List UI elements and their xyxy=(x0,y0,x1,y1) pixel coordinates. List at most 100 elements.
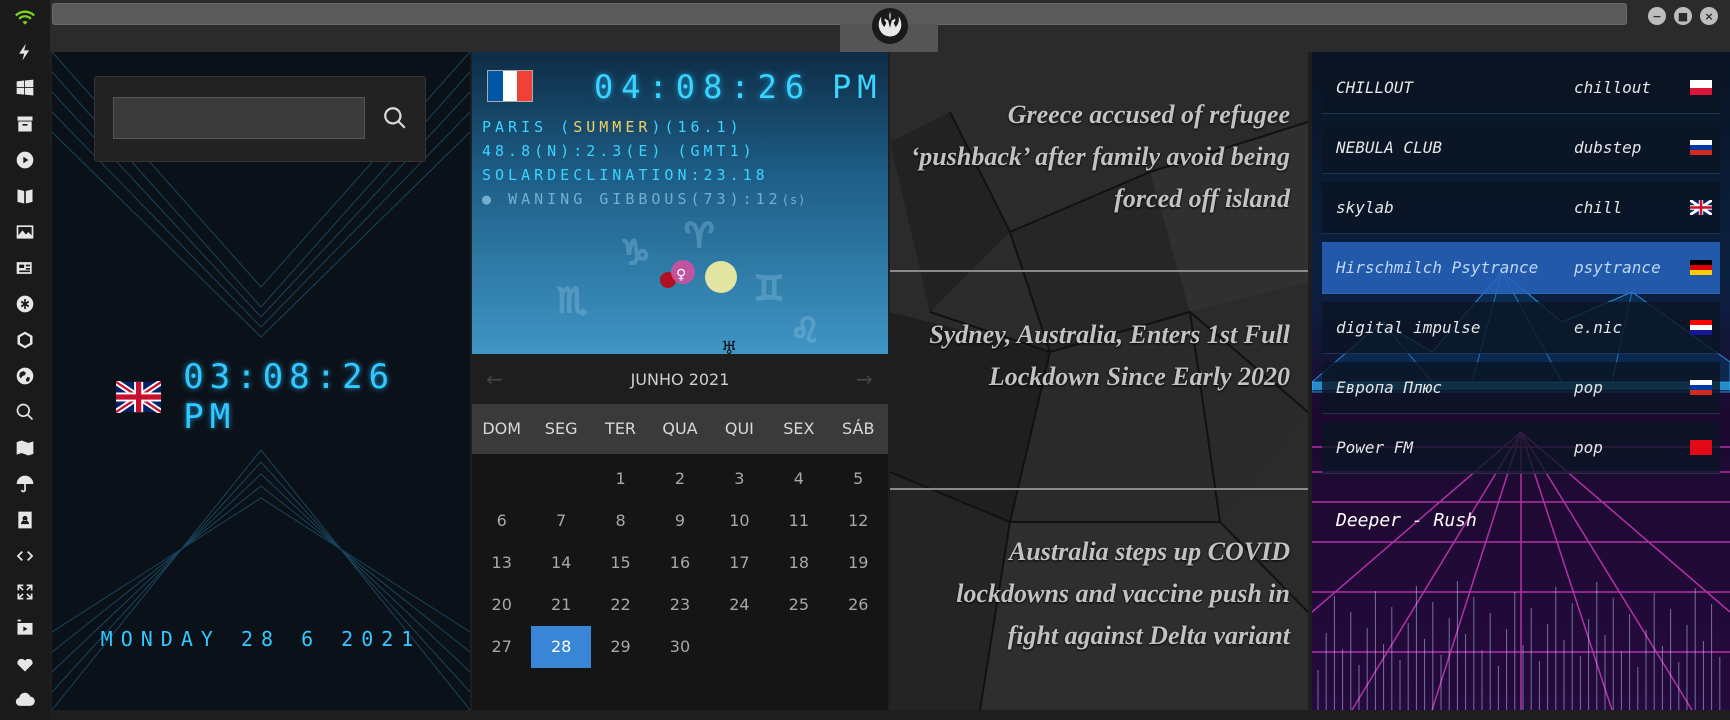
station-name: Европа Плюс xyxy=(1336,378,1442,397)
hexagon-icon[interactable] xyxy=(13,328,37,352)
calendar-day[interactable]: 27 xyxy=(472,626,531,668)
russia-flag-icon xyxy=(1690,140,1712,155)
search-widget xyxy=(94,76,426,162)
umbrella-icon[interactable] xyxy=(13,472,37,496)
calendar-day[interactable]: 21 xyxy=(531,584,590,626)
station-genre: pop xyxy=(1574,438,1603,457)
station-row[interactable]: skylab chill xyxy=(1322,182,1720,234)
station-genre: chill xyxy=(1574,198,1623,217)
calendar-grid: 1 2 3 4 5 6 7 8 9 10 11 12 13 14 15 16 17 18 19 20 21 22 23 24 2… xyxy=(472,458,888,668)
snowflake-icon[interactable] xyxy=(13,292,37,316)
calendar-day[interactable]: 8 xyxy=(591,500,650,542)
calendar-empty-cell xyxy=(531,458,590,500)
windows-icon[interactable] xyxy=(13,76,37,100)
calendar-day[interactable]: 1 xyxy=(591,458,650,500)
svg-text:♈: ♈ xyxy=(684,216,714,256)
calendar-day[interactable]: 29 xyxy=(591,626,650,668)
calendar-day[interactable]: 19 xyxy=(829,542,888,584)
calendar-day[interactable]: 7 xyxy=(531,500,590,542)
uk-flag-icon xyxy=(116,381,162,413)
globe-icon[interactable] xyxy=(13,364,37,388)
svg-text:♑: ♑ xyxy=(620,233,650,273)
heart-icon[interactable] xyxy=(13,652,37,676)
code-icon[interactable] xyxy=(13,544,37,568)
archive-icon[interactable] xyxy=(13,112,37,136)
minimize-button[interactable]: − xyxy=(1648,7,1666,25)
station-row[interactable]: NEBULA CLUB dubstep xyxy=(1322,122,1720,174)
youtube-icon[interactable] xyxy=(13,616,37,640)
next-month-button[interactable]: → xyxy=(856,367,873,391)
expand-icon[interactable] xyxy=(13,580,37,604)
calendar-day[interactable]: 28 xyxy=(531,626,591,668)
news-item[interactable]: Australia steps up COVID lockdowns and v… xyxy=(910,531,1290,657)
news-item[interactable]: Sydney, Australia, Enters 1st Full Lockd… xyxy=(910,314,1290,398)
calendar-day[interactable]: 5 xyxy=(829,458,888,500)
calendar-week: 6 7 8 9 10 11 12 xyxy=(472,500,888,542)
calendar-day[interactable]: 2 xyxy=(650,458,709,500)
newspaper-icon[interactable] xyxy=(13,256,37,280)
station-row[interactable]: CHILLOUT chillout xyxy=(1322,62,1720,114)
calendar-day[interactable]: 25 xyxy=(769,584,828,626)
maximize-button[interactable]: ■ xyxy=(1674,7,1692,25)
calendar-day[interactable]: 11 xyxy=(769,500,828,542)
calendar-day[interactable]: 12 xyxy=(829,500,888,542)
prev-month-button[interactable]: ← xyxy=(486,367,503,391)
calendar-day[interactable]: 23 xyxy=(650,584,709,626)
calendar-day[interactable]: 24 xyxy=(710,584,769,626)
sun-marker xyxy=(705,261,737,293)
calendar-day[interactable]: 15 xyxy=(591,542,650,584)
calendar-week: 20 21 22 23 24 25 26 xyxy=(472,584,888,626)
local-time: 03:08:26 PM xyxy=(183,357,396,437)
calendar-month-label: JUNHO 2021 xyxy=(472,354,888,404)
search-button[interactable] xyxy=(378,101,412,135)
germany-flag-icon xyxy=(1690,260,1712,275)
calendar-day[interactable]: 22 xyxy=(591,584,650,626)
contacts-icon[interactable] xyxy=(13,508,37,532)
station-row[interactable]: digital impulse e.nic xyxy=(1322,302,1720,354)
cloud-icon[interactable] xyxy=(13,688,37,712)
station-row[interactable]: Европа Плюс pop xyxy=(1322,362,1720,414)
turkey-flag-icon xyxy=(1690,440,1712,455)
calendar-day[interactable]: 9 xyxy=(650,500,709,542)
app-root: − ■ × 03:08:26 PM MONDAY 28 6 2021 04:08… xyxy=(0,0,1730,720)
calendar-day[interactable]: 16 xyxy=(650,542,709,584)
station-genre: psytrance xyxy=(1574,258,1661,277)
station-name: skylab xyxy=(1336,198,1394,217)
calendar-day[interactable]: 30 xyxy=(650,626,709,668)
poland-flag-icon xyxy=(1690,80,1712,95)
clock-panel: 03:08:26 PM MONDAY 28 6 2021 xyxy=(52,52,470,710)
calendar-day[interactable]: 17 xyxy=(710,542,769,584)
station-name: NEBULA CLUB xyxy=(1336,138,1442,157)
calendar-day[interactable]: 10 xyxy=(710,500,769,542)
calendar-day[interactable]: 13 xyxy=(472,542,531,584)
zodiac-orbit: ♏ ♑ ♈ ♊ ♌ ♀ ♅ xyxy=(556,215,821,354)
book-icon[interactable] xyxy=(13,184,37,208)
weekday-dom: DOM xyxy=(482,419,522,438)
weekday-ter: TER xyxy=(605,419,637,438)
wifi-icon[interactable] xyxy=(13,6,37,30)
calendar-day[interactable]: 20 xyxy=(472,584,531,626)
close-button[interactable]: × xyxy=(1700,7,1718,25)
news-item[interactable]: Greece accused of refugee ‘pushback’ aft… xyxy=(910,94,1290,220)
map-icon[interactable] xyxy=(13,436,37,460)
calendar-day[interactable]: 3 xyxy=(710,458,769,500)
search-input[interactable] xyxy=(113,97,365,139)
lightning-icon[interactable] xyxy=(13,40,37,64)
station-row[interactable]: Power FM pop xyxy=(1322,422,1720,474)
calendar-week: 27 28 29 30 xyxy=(472,626,888,668)
play-icon[interactable] xyxy=(13,148,37,172)
search-icon[interactable] xyxy=(13,400,37,424)
sidebar xyxy=(0,0,50,720)
calendar-day[interactable]: 18 xyxy=(769,542,828,584)
calendar-day[interactable]: 26 xyxy=(829,584,888,626)
calendar-day[interactable]: 6 xyxy=(472,500,531,542)
rebel-alliance-logo-icon[interactable] xyxy=(840,0,940,52)
calendar-day[interactable]: 14 xyxy=(531,542,590,584)
svg-text:♀: ♀ xyxy=(676,267,686,283)
station-name: Power FM xyxy=(1336,438,1414,457)
calendar-day[interactable]: 4 xyxy=(769,458,828,500)
weekday-qui: QUI xyxy=(724,419,754,438)
image-icon[interactable] xyxy=(13,220,37,244)
calendar-empty-cell xyxy=(710,626,769,668)
station-row[interactable]: Hirschmilch Psytrance psytrance xyxy=(1322,242,1720,294)
